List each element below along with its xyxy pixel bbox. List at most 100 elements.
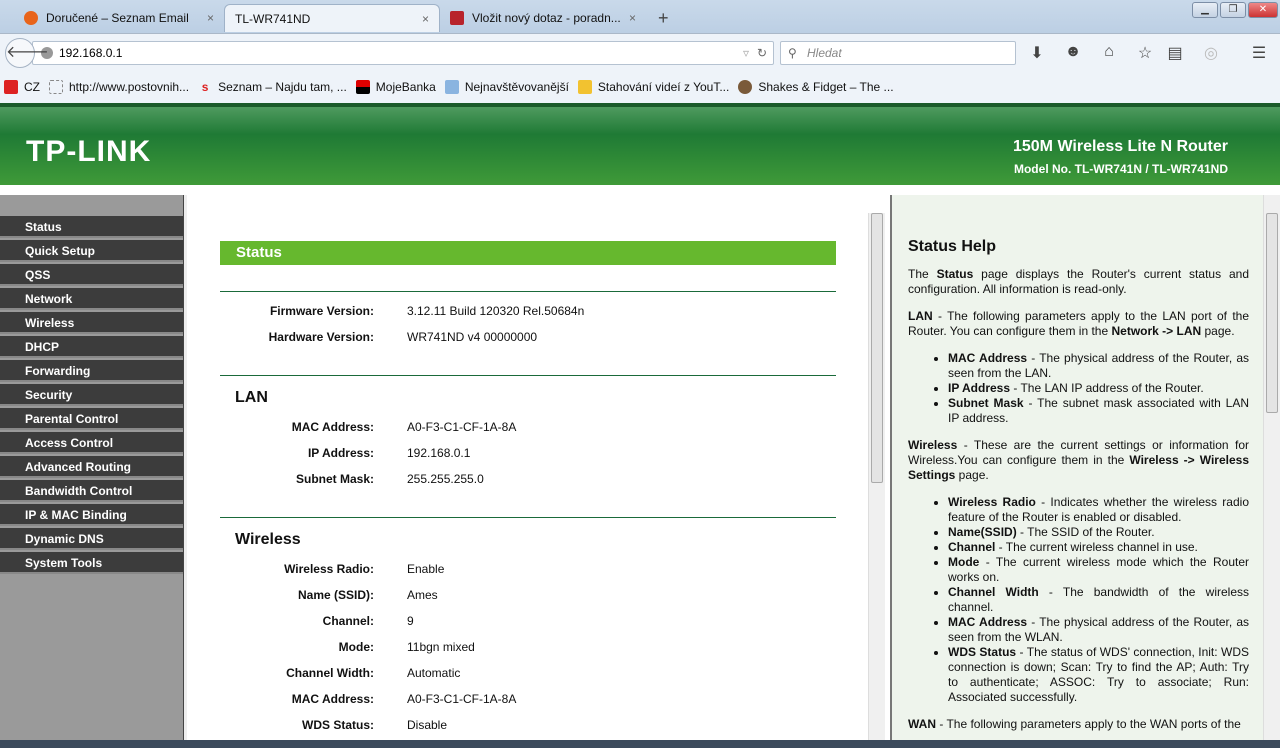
bookmarks-toolbar: CZ http://www.postovnih... s Seznam – Naj… [0, 70, 1280, 103]
wireless-field-value: Enable [407, 562, 445, 576]
help-frame: Status Help The Status page displays the… [890, 195, 1263, 740]
lan-field-value: 192.168.0.1 [407, 446, 471, 460]
tab-tl-wr741nd[interactable]: TL-WR741ND × [224, 4, 440, 32]
sync-icon[interactable]: ◎ [1201, 43, 1221, 63]
reading-list-icon[interactable]: ▤ [1165, 43, 1185, 63]
bookmark-star-icon[interactable]: ☆ [1135, 43, 1155, 63]
help-list-item: Mode - The current wireless mode which t… [948, 555, 1249, 585]
sidebar-item-system-tools[interactable]: System Tools [0, 552, 183, 574]
bookmark-cz[interactable]: CZ [4, 79, 40, 94]
wireless-field-label: MAC Address: [291, 692, 374, 706]
tab-label: Vložit nový dotaz - poradn... [472, 11, 621, 25]
scrollbar-thumb[interactable] [1266, 213, 1278, 413]
restore-button[interactable]: ❐ [1220, 2, 1246, 18]
wireless-field-value: 11bgn mixed [407, 640, 475, 654]
sidebar-item-parental-control[interactable]: Parental Control [0, 408, 183, 430]
bookmark-label: Nejnavštěvovanější [464, 79, 569, 94]
sidebar-item-bandwidth-control[interactable]: Bandwidth Control [0, 480, 183, 502]
main-scrollbar[interactable] [868, 213, 885, 740]
sidebar-item-qss[interactable]: QSS [0, 264, 183, 286]
divider [220, 291, 836, 292]
sidebar-item-ip-mac-binding[interactable]: IP & MAC Binding [0, 504, 183, 526]
bookmark-mojebanka[interactable]: MojeBanka [355, 79, 436, 94]
sidebar-item-quick-setup[interactable]: Quick Setup [0, 240, 183, 262]
wireless-field-label: Channel: [322, 614, 374, 628]
lan-field-value: 255.255.255.0 [407, 472, 484, 486]
sidebar-item-dynamic-dns[interactable]: Dynamic DNS [0, 528, 183, 550]
model-number: Model No. TL-WR741N / TL-WR741ND [1013, 162, 1228, 176]
tab-label: Doručené – Seznam Email [46, 11, 189, 25]
sidebar-item-status[interactable]: Status [0, 216, 183, 238]
hardware-version-value: WR741ND v4 00000000 [407, 330, 538, 344]
divider [220, 517, 836, 518]
minimize-button[interactable]: ▁ [1192, 2, 1218, 18]
tab-seznam-email[interactable]: Doručené – Seznam Email × [14, 4, 224, 32]
wireless-field-label: Channel Width: [286, 666, 374, 680]
divider [220, 375, 836, 376]
tab-vlozit-dotaz[interactable]: Vložit nový dotaz - poradn... × [440, 4, 646, 32]
lan-section-title: LAN [235, 389, 268, 406]
reload-icon[interactable]: ↻ [757, 42, 767, 64]
sidebar-item-security[interactable]: Security [0, 384, 183, 406]
wireless-field-value: Disable [407, 718, 448, 732]
dropdown-arrow-icon[interactable]: ▿ [743, 42, 749, 64]
help-list-item: Channel - The current wireless channel i… [948, 540, 1249, 555]
bookmark-label: MojeBanka [375, 79, 436, 94]
new-tab-button[interactable]: + [648, 4, 679, 32]
wireless-field-value: Ames [407, 588, 438, 602]
close-tab-icon[interactable]: × [629, 11, 636, 25]
seznam-email-favicon-icon [24, 11, 38, 25]
poradna-favicon-icon [450, 11, 464, 25]
help-list-item: MAC Address - The physical address of th… [948, 351, 1249, 381]
browser-tab-bar: Doručené – Seznam Email × TL-WR741ND × Vlo… [0, 0, 1280, 33]
bookmark-most-visited[interactable]: Nejnavštěvovanější [444, 79, 569, 94]
bookmark-label: Shakes & Fidget – The ... [758, 79, 894, 94]
close-tab-icon[interactable]: × [207, 11, 214, 25]
sidebar-item-access-control[interactable]: Access Control [0, 432, 183, 454]
chat-icon[interactable]: ☻ [1063, 43, 1083, 61]
lan-field-label: IP Address: [307, 446, 374, 460]
tp-link-logo: TP-LINK [26, 135, 152, 168]
sidebar-item-dhcp[interactable]: DHCP [0, 336, 183, 358]
page-title: Status [220, 241, 836, 265]
scrollbar-thumb[interactable] [871, 213, 883, 483]
bookmark-video-download[interactable]: Stahování videí z YouT... [577, 79, 729, 94]
router-header-banner: TP-LINK 150M Wireless Lite N Router Mode… [0, 103, 1280, 189]
search-icon: ⚲ [788, 46, 797, 60]
bookmark-shakes-fidget[interactable]: Shakes & Fidget – The ... [738, 79, 894, 94]
tab-label: TL-WR741ND [235, 11, 311, 26]
windows-taskbar [0, 740, 1280, 748]
back-button[interactable]: 🡐 [5, 38, 49, 68]
help-list-item: IP Address - The LAN IP address of the R… [948, 381, 1249, 396]
wireless-field-value: Automatic [407, 666, 461, 680]
help-scrollbar[interactable] [1263, 195, 1280, 740]
bookmark-seznam[interactable]: s Seznam – Najdu tam, ... [198, 80, 347, 94]
url-bar[interactable]: 192.168.0.1 ▿ ↻ [32, 41, 774, 65]
help-lan: LAN - The following parameters apply to … [908, 309, 1249, 338]
sidebar-item-network[interactable]: Network [0, 288, 183, 310]
menu-icon[interactable]: ☰ [1249, 43, 1269, 63]
download-icon[interactable]: ⬇ [1027, 43, 1047, 63]
firmware-version-value: 3.12.11 Build 120320 Rel.50684n [407, 304, 585, 318]
wireless-field-label: Wireless Radio: [284, 562, 374, 576]
bookmark-postovnih[interactable]: http://www.postovnih... [49, 79, 189, 94]
video-download-icon [577, 79, 592, 94]
help-list-item: Channel Width - The bandwidth of the wir… [948, 585, 1249, 615]
wireless-field-value: A0-F3-C1-CF-1A-8A [407, 692, 517, 706]
hardware-version-label: Hardware Version: [268, 330, 374, 344]
sidebar-item-advanced-routing[interactable]: Advanced Routing [0, 456, 183, 478]
mojebanka-icon [355, 79, 370, 94]
sidebar-item-forwarding[interactable]: Forwarding [0, 360, 183, 382]
sidebar-item-wireless[interactable]: Wireless [0, 312, 183, 334]
wireless-field-label: WDS Status: [302, 718, 374, 732]
page-icon [49, 79, 63, 94]
close-window-button[interactable]: ✕ [1248, 2, 1278, 18]
close-tab-icon[interactable]: × [422, 12, 429, 26]
search-input[interactable]: ⚲ Hledat [780, 41, 1016, 65]
home-icon[interactable]: ⌂ [1099, 43, 1119, 61]
shakes-fidget-icon [738, 79, 753, 94]
lan-field-label: Subnet Mask: [295, 472, 374, 486]
help-list-item: WDS Status - The status of WDS' connecti… [948, 645, 1249, 705]
navigation-toolbar: 192.168.0.1 ▿ ↻ 🡐 ⚲ Hledat ⬇ ☻ ⌂ ☆ ▤ ◎ ☰ [0, 33, 1280, 70]
help-intro: The Status page displays the Router's cu… [908, 267, 1249, 296]
